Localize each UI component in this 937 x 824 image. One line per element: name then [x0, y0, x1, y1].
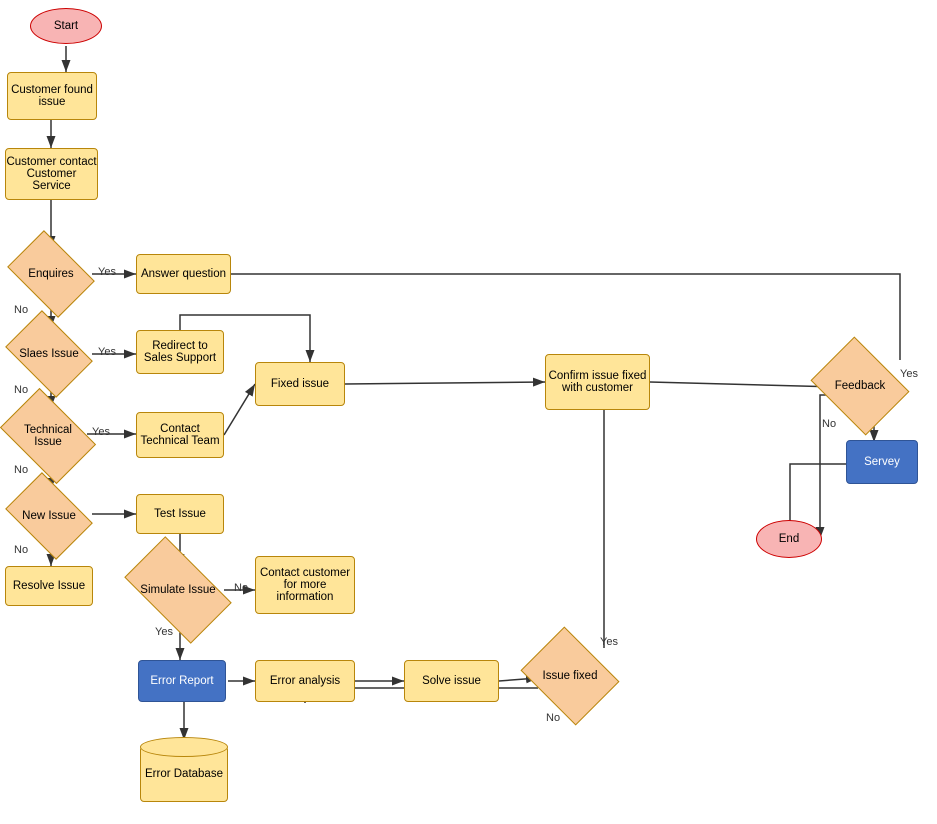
contact-tech-label: Contact Technical Team — [137, 423, 223, 447]
resolve-issue-label: Resolve Issue — [13, 580, 85, 592]
customer-contact-label: Customer contact Customer Service — [6, 156, 97, 192]
no-simulate-label: No — [234, 582, 248, 594]
slaes-issue-label: Slaes Issue — [14, 329, 84, 379]
end-label: End — [779, 533, 799, 545]
new-issue-label: New Issue — [14, 491, 84, 541]
simulate-issue-diamond: Simulate Issue — [130, 560, 226, 620]
yes-simulate-label: Yes — [155, 626, 173, 638]
solve-issue-label: Solve issue — [422, 675, 481, 687]
yes-technical-label: Yes — [92, 426, 110, 438]
no-slaes-label: No — [14, 384, 28, 396]
confirm-issue-node: Confirm issue fixed with customer — [545, 354, 650, 410]
customer-found-node: Customer found issue — [7, 72, 97, 120]
feedback-label: Feedback — [822, 356, 898, 416]
servey-node: Servey — [846, 440, 918, 484]
no-enquires-label: No — [14, 304, 28, 316]
issue-fixed-diamond: Issue fixed — [530, 644, 610, 708]
test-issue-label: Test Issue — [154, 508, 206, 520]
error-analysis-label: Error analysis — [270, 675, 340, 687]
error-report-node: Error Report — [138, 660, 226, 702]
yes-slaes-label: Yes — [98, 346, 116, 358]
answer-question-node: Answer question — [136, 254, 231, 294]
customer-found-label: Customer found issue — [8, 84, 96, 108]
technical-issue-label: Technical Issue — [9, 409, 87, 463]
new-issue-diamond: New Issue — [8, 490, 90, 542]
confirm-issue-label: Confirm issue fixed with customer — [546, 370, 649, 394]
simulate-issue-label: Simulate Issue — [132, 562, 224, 618]
fixed-issue-node: Fixed issue — [255, 362, 345, 406]
no-issue-fixed-label: No — [546, 712, 560, 724]
slaes-issue-diamond: Slaes Issue — [8, 328, 90, 380]
fixed-issue-label: Fixed issue — [271, 378, 329, 390]
no-feedback-label: No — [822, 418, 836, 430]
yes-feedback-label: Yes — [900, 368, 918, 380]
feedback-diamond: Feedback — [820, 354, 900, 418]
error-db-node: Error Database — [140, 746, 228, 802]
enquires-diamond: Enquires — [10, 248, 92, 300]
contact-customer-label: Contact customer for more information — [256, 567, 354, 603]
error-analysis-node: Error analysis — [255, 660, 355, 702]
customer-contact-node: Customer contact Customer Service — [5, 148, 98, 200]
servey-label: Servey — [864, 456, 900, 468]
error-report-label: Error Report — [150, 675, 213, 687]
enquires-label: Enquires — [16, 249, 86, 299]
no-technical-label: No — [14, 464, 28, 476]
contact-customer-node: Contact customer for more information — [255, 556, 355, 614]
error-db-label: Error Database — [145, 768, 223, 780]
answer-question-label: Answer question — [141, 268, 226, 280]
test-issue-node: Test Issue — [136, 494, 224, 534]
start-label: Start — [54, 20, 78, 32]
no-new-issue-label: No — [14, 544, 28, 556]
redirect-sales-node: Redirect to Sales Support — [136, 330, 224, 374]
yes-issue-fixed-label: Yes — [600, 636, 618, 648]
redirect-sales-label: Redirect to Sales Support — [137, 340, 223, 364]
issue-fixed-label: Issue fixed — [532, 646, 608, 706]
resolve-issue-node: Resolve Issue — [5, 566, 93, 606]
contact-tech-node: Contact Technical Team — [136, 412, 224, 458]
yes-enquires-label: Yes — [98, 266, 116, 278]
end-node: End — [756, 520, 822, 558]
start-node: Start — [30, 8, 102, 44]
technical-issue-diamond: Technical Issue — [5, 408, 91, 464]
solve-issue-node: Solve issue — [404, 660, 499, 702]
